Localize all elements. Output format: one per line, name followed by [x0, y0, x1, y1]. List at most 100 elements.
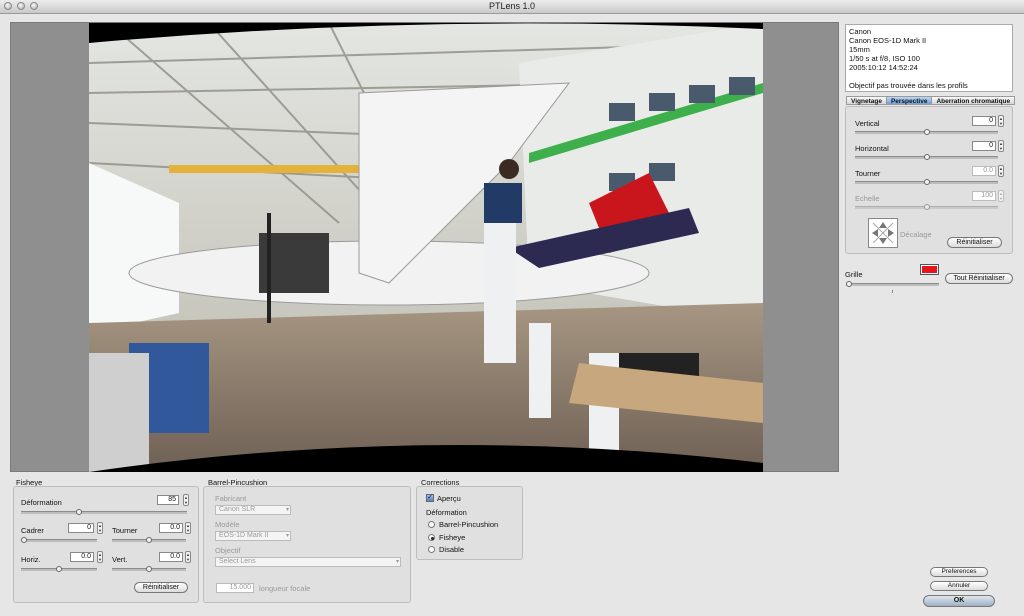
grid-color-swatch[interactable] — [920, 264, 939, 275]
reset-all-button[interactable]: Tout Réinitialiser — [945, 273, 1013, 284]
offset-label: Décalage — [900, 230, 932, 239]
preferences-button[interactable]: Preferences — [930, 567, 988, 577]
correction-tabs: Vignetage Perspective Aberration chromat… — [846, 96, 1016, 106]
focal-length-label: longueur focale — [259, 584, 311, 593]
crop-label: Cadrer — [21, 526, 44, 535]
model-label: Modèle — [215, 520, 240, 529]
offset-pad[interactable] — [868, 218, 898, 248]
chevron-down-icon: ▾ — [285, 533, 289, 539]
vert-stepper[interactable]: ▲ ▼ — [185, 551, 191, 563]
horiz-label: Horiz. — [21, 555, 41, 564]
radio-disable-label: Disable — [439, 545, 465, 554]
fisheye-rotate-label: Tourner — [112, 526, 138, 535]
model-value: EOS-1D Mark II — [219, 532, 269, 539]
grid-label: Grille — [845, 270, 863, 279]
scale-slider[interactable] — [855, 204, 998, 210]
grid-slider[interactable] — [846, 281, 939, 293]
slider-tick — [892, 290, 893, 293]
exif-info-box: Canon Canon EOS-1D Mark II 15mm 1/50 s a… — [845, 24, 1013, 92]
horizontal-slider[interactable] — [855, 154, 998, 160]
slider-knob[interactable] — [76, 509, 82, 515]
move-arrows-icon — [872, 222, 894, 244]
corrections-panel: ✓ Aperçu Déformation Barrel-Pincushion F… — [416, 486, 523, 560]
info-line: Objectif pas trouvée dans les profils — [849, 81, 968, 90]
slider-knob[interactable] — [923, 154, 930, 160]
lens-label: Objectif — [215, 546, 241, 555]
vertical-stepper[interactable]: ▲ ▼ — [998, 115, 1004, 127]
lens-value: Select Lens — [219, 558, 256, 565]
fisheye-reset-button[interactable]: Réinitialiser — [134, 582, 188, 593]
barrel-panel: Fabricant Canon SLR ▾ Modèle EOS-1D Mark … — [203, 486, 411, 603]
focal-length-field[interactable]: 15.000 — [216, 583, 254, 593]
horizontal-stepper[interactable]: ▲ ▼ — [998, 140, 1004, 152]
tab-chromatic-aberration[interactable]: Aberration chromatique — [931, 96, 1016, 105]
crop-field[interactable]: 0 — [68, 523, 94, 533]
fisheye-rotate-slider[interactable] — [112, 537, 186, 543]
title-bar: PTLens 1.0 — [0, 0, 1024, 14]
slider-knob[interactable] — [923, 129, 930, 135]
rotate-slider[interactable] — [855, 179, 998, 185]
slider-knob[interactable] — [56, 566, 62, 572]
vertical-slider[interactable] — [855, 129, 998, 135]
chevron-down-icon: ▾ — [285, 507, 289, 513]
vertical-field[interactable]: 0 — [972, 116, 996, 126]
horiz-stepper[interactable]: ▲ ▼ — [97, 551, 103, 563]
image-preview — [10, 22, 839, 472]
rotate-field[interactable]: 0.0 — [972, 166, 996, 176]
horiz-field[interactable]: 0.0 — [70, 552, 94, 562]
chevron-down-icon: ▾ — [395, 559, 399, 565]
cancel-button[interactable]: Annuler — [930, 581, 988, 591]
radio-barrel-pincushion[interactable] — [428, 521, 435, 528]
deformation-type-label: Déformation — [426, 508, 467, 517]
info-line: 15mm — [849, 45, 870, 54]
vert-field[interactable]: 0.0 — [159, 552, 183, 562]
info-line: 2005:10:12 14:52:24 — [849, 63, 918, 72]
deformation-field[interactable]: 85 — [157, 495, 179, 505]
slider-knob[interactable] — [146, 537, 152, 543]
horiz-slider[interactable] — [21, 566, 97, 572]
slider-knob[interactable] — [846, 281, 852, 287]
tab-perspective[interactable]: Perspective — [885, 96, 933, 105]
ok-button[interactable]: OK — [923, 595, 995, 607]
rotate-label: Tourner — [855, 169, 881, 178]
maker-select[interactable]: Canon SLR ▾ — [215, 505, 291, 515]
slider-knob[interactable] — [923, 204, 930, 210]
hangar-photo-illustration — [89, 23, 763, 472]
fisheye-rotate-field[interactable]: 0.0 — [159, 523, 183, 533]
radio-barrel-label: Barrel-Pincushion — [439, 520, 499, 529]
crop-slider[interactable] — [21, 537, 97, 543]
vert-slider[interactable] — [112, 566, 186, 572]
radio-disable[interactable] — [428, 546, 435, 553]
radio-fisheye-label: Fisheye — [439, 533, 466, 542]
lens-select[interactable]: Select Lens ▾ — [215, 557, 401, 567]
slider-knob[interactable] — [21, 537, 27, 543]
fisheye-panel: Déformation 85 ▲ ▼ Cadrer 0 ▲ ▼ Tourner 0.… — [13, 486, 199, 603]
info-line — [849, 72, 1009, 81]
preview-photo — [89, 23, 763, 472]
radio-fisheye[interactable] — [428, 534, 435, 541]
info-line: Canon EOS-1D Mark II — [849, 36, 927, 45]
vertical-label: Vertical — [855, 119, 880, 128]
horizontal-label: Horizontal — [855, 144, 889, 153]
slider-knob[interactable] — [923, 179, 930, 185]
scale-label: Echelle — [855, 194, 880, 203]
preview-checkbox[interactable]: ✓ — [426, 494, 434, 502]
deformation-stepper[interactable]: ▲ ▼ — [183, 494, 189, 506]
rotate-stepper[interactable]: ▲ ▼ — [998, 165, 1004, 177]
scale-field[interactable]: 100 — [972, 191, 996, 201]
model-select[interactable]: EOS-1D Mark II ▾ — [215, 531, 291, 541]
horizontal-field[interactable]: 0 — [972, 141, 996, 151]
deformation-slider[interactable] — [21, 509, 187, 515]
info-line: Canon — [849, 27, 872, 36]
scale-stepper[interactable]: ▲ ▼ — [998, 190, 1004, 202]
crop-stepper[interactable]: ▲ ▼ — [97, 522, 103, 534]
perspective-reset-button[interactable]: Réinitialiser — [947, 237, 1002, 248]
info-line: 1/50 s at f/8, ISO 100 — [849, 54, 920, 63]
preview-checkbox-label: Aperçu — [437, 494, 461, 503]
perspective-panel: Vertical 0 ▲ ▼ Horizontal 0 ▲ ▼ Tourner 0.… — [845, 106, 1013, 254]
tab-vignetting[interactable]: Vignetage — [846, 96, 887, 105]
fisheye-rotate-stepper[interactable]: ▲ ▼ — [185, 522, 191, 534]
slider-knob[interactable] — [146, 566, 152, 572]
maker-value: Canon SLR — [219, 506, 256, 513]
window-title: PTLens 1.0 — [488, 1, 536, 11]
